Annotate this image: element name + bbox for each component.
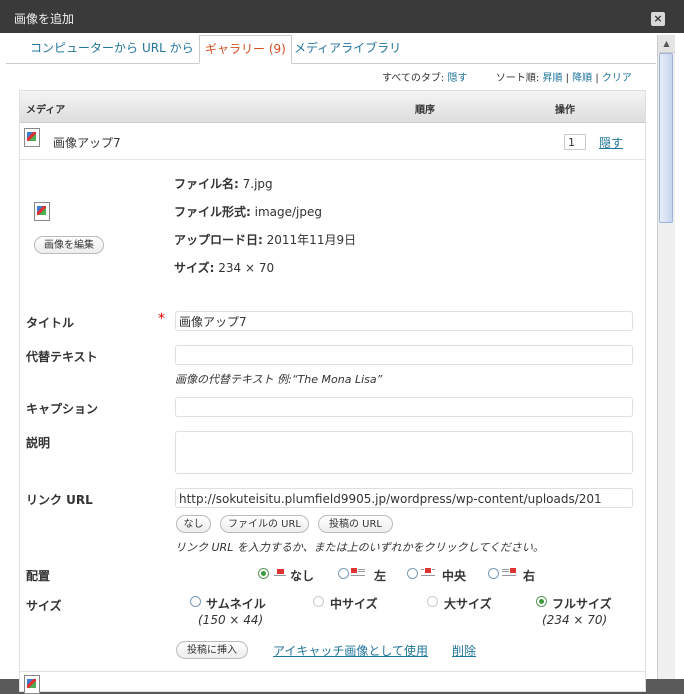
file-name-label: ファイル名:	[174, 177, 239, 191]
sort-label: ソート順:	[495, 73, 540, 84]
col-order: 順序	[415, 105, 435, 116]
media-item-row[interactable]: 画像アップ7 1 隠す	[20, 123, 645, 160]
align-right-radio[interactable]	[488, 568, 499, 579]
tab-gallery[interactable]: ギャラリー (9)	[199, 35, 292, 64]
align-center-icon	[421, 568, 435, 576]
media-item-title: 画像アップ7	[53, 136, 121, 150]
size-medium-label: 中サイズ	[330, 597, 378, 611]
file-type-value: image/jpeg	[254, 205, 323, 219]
description-label: 説明	[26, 436, 51, 450]
table-header: メディア 順序 操作	[20, 91, 645, 123]
col-action: 操作	[555, 105, 575, 116]
size-thumbnail-label: サムネイル	[206, 597, 266, 611]
alt-text-input[interactable]	[175, 345, 633, 365]
edit-image-button[interactable]: 画像を編集	[34, 236, 104, 254]
image-size-row: サイズ: 234 × 70	[174, 259, 274, 276]
required-mark: *	[158, 311, 165, 327]
size-thumbnail-radio[interactable]	[190, 596, 201, 607]
vertical-scrollbar[interactable]: ▲	[657, 35, 675, 679]
size-full-label: フルサイズ	[552, 597, 612, 611]
alt-text-help: 画像の代替テキスト 例:“The Mona Lisa”	[175, 373, 383, 386]
file-type-label: ファイル形式:	[174, 205, 251, 219]
row-divider	[20, 671, 645, 672]
link-post-url-button[interactable]: 投稿の URL	[318, 515, 393, 533]
link-url-input[interactable]: http://sokuteisitu.plumfield9905.jp/word…	[175, 488, 633, 508]
size-medium-radio[interactable]	[313, 596, 324, 607]
file-name-row: ファイル名: 7.jpg	[174, 175, 273, 192]
title-input[interactable]: 画像アップ7	[175, 311, 633, 331]
image-preview-icon	[34, 202, 50, 221]
file-type-row: ファイル形式: image/jpeg	[174, 203, 322, 220]
add-image-dialog: 画像を追加 × コンピューターから URL から ギャラリー (9) メディアラ…	[0, 0, 684, 694]
alt-text-label: 代替テキスト	[26, 350, 98, 364]
align-right-icon	[502, 568, 516, 576]
align-center-label: 中央	[442, 569, 467, 583]
use-as-featured-image-link[interactable]: アイキャッチ画像として使用	[273, 642, 428, 659]
link-file-url-button[interactable]: ファイルの URL	[220, 515, 309, 533]
image-size-label: サイズ:	[174, 261, 215, 275]
align-left-label: 左	[374, 569, 387, 583]
insert-into-post-button[interactable]: 投稿に挿入	[176, 641, 248, 659]
separator: |	[565, 73, 569, 84]
sort-desc-link[interactable]: 降順	[572, 73, 592, 84]
gallery-table: メディア 順序 操作 画像アップ7 1 隠す 画像を編集 ファイル名: 7.jp…	[19, 90, 646, 694]
col-media: メディア	[26, 105, 66, 116]
align-left-radio[interactable]	[338, 568, 349, 579]
next-item-thumbnail-icon	[24, 675, 40, 694]
size-thumbnail-dims: (150 × 44)	[198, 613, 264, 627]
sort-bar: すべてのタブ: 隠す ソート順: 昇順 | 降順 | クリア	[382, 69, 632, 84]
all-tabs-label: すべてのタブ:	[382, 73, 445, 84]
file-name-value: 7.jpg	[242, 177, 273, 191]
dialog-title: 画像を追加	[14, 12, 75, 26]
sort-clear-link[interactable]: クリア	[602, 73, 632, 84]
link-url-help: リンク URL を入力するか、または上のいずれかをクリックしてください。	[175, 541, 544, 554]
scrollbar-thumb[interactable]	[659, 53, 673, 223]
delete-link[interactable]: 削除	[452, 642, 476, 659]
upload-date-row: アップロード日: 2011年11月9日	[174, 231, 356, 248]
tab-url[interactable]: URL から	[140, 35, 196, 62]
scroll-up-icon[interactable]: ▲	[658, 35, 675, 53]
hide-all-link[interactable]: 隠す	[447, 73, 467, 84]
size-full-dims: (234 × 70)	[542, 613, 608, 627]
hide-item-link[interactable]: 隠す	[599, 134, 623, 151]
media-tabs: コンピューターから URL から ギャラリー (9) メディアライブラリ	[6, 35, 656, 64]
size-large-label: 大サイズ	[444, 597, 492, 611]
size-label: サイズ	[26, 599, 62, 613]
image-size-value: 234 × 70	[218, 261, 275, 275]
title-label: タイトル	[26, 316, 75, 330]
description-textarea[interactable]	[175, 431, 633, 474]
caption-input[interactable]	[175, 397, 633, 417]
dialog-titlebar: 画像を追加 ×	[0, 0, 684, 33]
align-none-radio[interactable]	[258, 568, 269, 579]
alignment-label: 配置	[26, 569, 51, 583]
link-url-label: リンク URL	[26, 493, 93, 507]
close-icon[interactable]: ×	[651, 12, 665, 26]
upload-date-value: 2011年11月9日	[266, 233, 357, 247]
size-full-radio[interactable]	[536, 596, 547, 607]
link-none-button[interactable]: なし	[176, 515, 211, 533]
align-right-label: 右	[523, 569, 536, 583]
image-thumbnail-icon	[24, 128, 40, 147]
align-left-icon	[351, 568, 365, 576]
align-none-icon	[274, 569, 286, 576]
caption-label: キャプション	[26, 402, 99, 416]
tab-computer[interactable]: コンピューターから	[28, 35, 140, 62]
align-center-radio[interactable]	[407, 568, 418, 579]
align-none-label: なし	[290, 569, 315, 583]
separator: |	[595, 73, 599, 84]
sort-asc-link[interactable]: 昇順	[542, 73, 562, 84]
size-large-radio[interactable]	[427, 596, 438, 607]
menu-order-input[interactable]: 1	[564, 134, 586, 150]
upload-date-label: アップロード日:	[174, 233, 263, 247]
tab-media-library[interactable]: メディアライブラリ	[292, 35, 403, 62]
